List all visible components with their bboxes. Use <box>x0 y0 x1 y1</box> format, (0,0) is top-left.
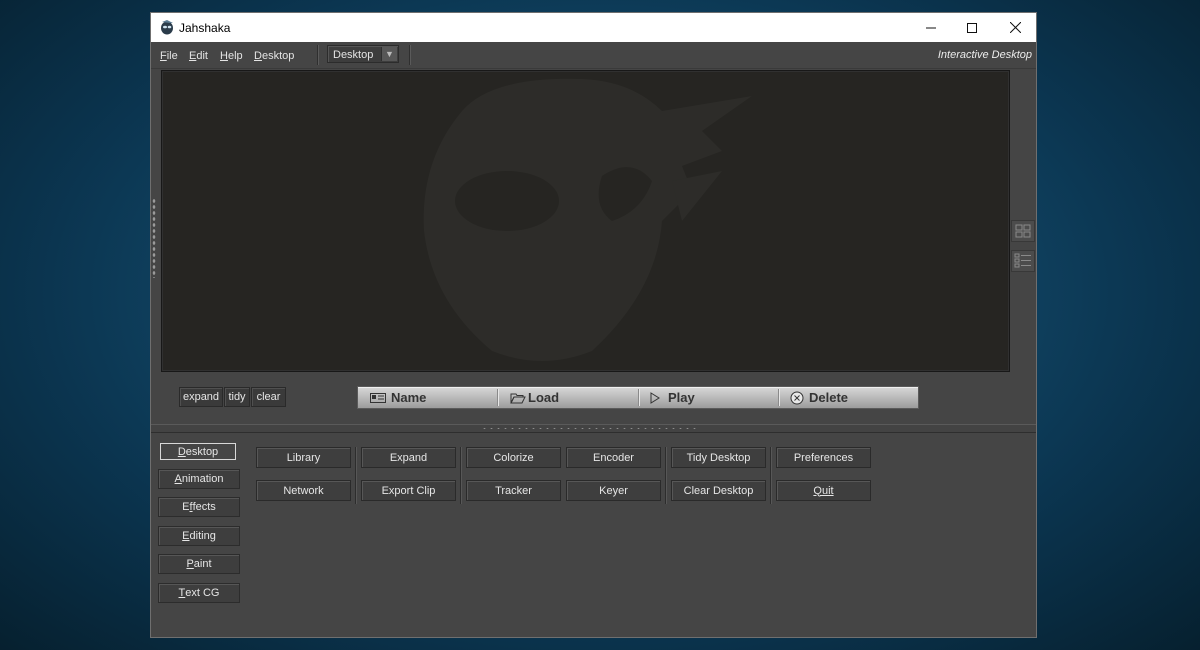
grid-view-button[interactable] <box>1011 220 1035 242</box>
maximize-button[interactable] <box>949 13 995 42</box>
grid-view-icon <box>1015 224 1031 238</box>
close-icon <box>1009 22 1021 33</box>
menu-file[interactable]: File <box>160 50 178 62</box>
menu-help[interactable]: Help <box>220 50 243 62</box>
network-button[interactable]: Network <box>256 480 351 501</box>
delete-circle-icon <box>790 391 804 404</box>
mode-select-value: Desktop <box>333 49 374 61</box>
close-button[interactable] <box>992 13 1038 42</box>
list-view-button[interactable] <box>1011 250 1035 272</box>
expand-desktop-button[interactable]: expand <box>179 387 223 407</box>
colorize-button[interactable]: Colorize <box>466 447 561 468</box>
encoder-button[interactable]: Encoder <box>566 447 661 468</box>
mode-select[interactable]: Desktop ▼ <box>327 45 399 63</box>
minimize-icon <box>926 27 936 28</box>
category-textcg-button[interactable]: Text CG <box>158 583 240 603</box>
play-icon <box>650 391 660 404</box>
delete-tool-button[interactable]: Delete <box>790 387 848 408</box>
module-panel: Desktop Animation Effectsfects Editing P… <box>151 433 1036 637</box>
folder-open-icon <box>510 393 526 403</box>
clear-desktop-button[interactable]: clear <box>251 387 286 407</box>
title-bar: Jahshaka <box>151 13 1036 42</box>
category-desktop-button[interactable]: Desktop <box>160 443 236 460</box>
expand-button[interactable]: Expand <box>361 447 456 468</box>
library-button[interactable]: Library <box>256 447 351 468</box>
menu-edit[interactable]: Edit <box>189 50 208 62</box>
minimize-button[interactable] <box>908 13 954 42</box>
jahshaka-watermark-icon <box>423 78 752 361</box>
jahshaka-logo-icon <box>161 20 173 35</box>
clear-desktop-action-button[interactable]: Clear Desktop <box>671 480 766 501</box>
splitter-grip <box>481 427 696 430</box>
menu-bar: File Edit Help Desktop Desktop ▼ Interac… <box>151 42 1036 69</box>
keyer-button[interactable]: Keyer <box>566 480 661 501</box>
export-clip-button[interactable]: Export Clip <box>361 480 456 501</box>
panel-splitter[interactable] <box>151 424 1036 433</box>
list-view-icon <box>1014 253 1031 268</box>
mode-label: Interactive Desktop <box>937 49 1032 61</box>
load-tool-button[interactable]: Load <box>510 387 559 408</box>
category-paint-button[interactable]: Paint <box>158 554 240 574</box>
left-panel-grip[interactable] <box>152 198 156 278</box>
tracker-button[interactable]: Tracker <box>466 480 561 501</box>
menu-desktop[interactable]: Desktop <box>254 50 294 62</box>
category-editing-button[interactable]: Editing <box>158 526 240 546</box>
tidy-desktop-button[interactable]: tidy <box>224 387 250 407</box>
name-tool-button[interactable]: Name <box>370 387 426 408</box>
category-animation-button[interactable]: Animation <box>158 469 240 489</box>
name-card-icon <box>370 392 386 403</box>
play-tool-button[interactable]: Play <box>650 387 695 408</box>
maximize-icon <box>967 22 977 33</box>
quit-button[interactable]: Quit <box>776 480 871 501</box>
tidy-desktop-action-button[interactable]: Tidy Desktop <box>671 447 766 468</box>
desktop-canvas[interactable] <box>161 70 1010 372</box>
clip-toolstrip: Name Load Play Delete <box>357 386 919 409</box>
preferences-button[interactable]: Preferences <box>776 447 871 468</box>
window-title: Jahshaka <box>179 21 231 35</box>
app-window: Jahshaka File Edit Help Desktop Desktop … <box>150 12 1037 638</box>
chevron-down-icon[interactable]: ▼ <box>381 47 397 61</box>
category-effects-button[interactable]: Effectsfects <box>158 497 240 517</box>
menu-separator <box>409 45 411 65</box>
menu-separator <box>317 45 319 65</box>
